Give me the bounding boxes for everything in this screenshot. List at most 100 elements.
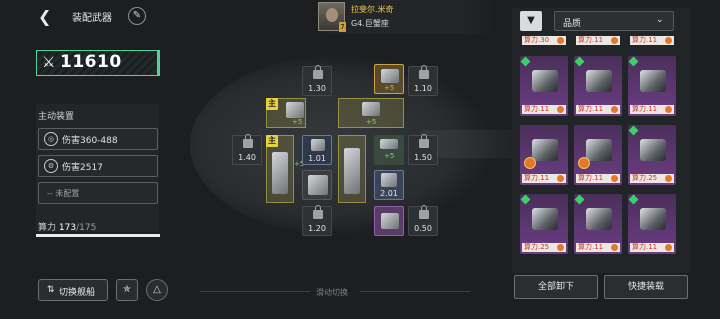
- locked-slot-5[interactable]: 1.20: [302, 205, 332, 236]
- active-equip-text-3: -- 未配置: [47, 189, 80, 198]
- active-equip-slot-1[interactable]: ◎ 伤害360-488: [38, 128, 158, 150]
- equipped-icon: [574, 56, 585, 67]
- weapon-icon-long: [344, 148, 360, 194]
- lock-icon: [313, 205, 323, 219]
- switch-ship-label: 切换舰船: [59, 288, 96, 298]
- weapon-icon: [586, 208, 612, 230]
- currency-icon: [557, 106, 564, 113]
- currency-icon: [665, 37, 672, 44]
- active-equip-slot-2[interactable]: ⚙ 伤害2517: [38, 155, 158, 177]
- card-tag-text: 算力.30: [524, 36, 550, 44]
- weapon-icon: [586, 70, 612, 92]
- card-tag-text: 算力.11: [524, 105, 550, 113]
- card-tag-text: 算力.11: [578, 174, 604, 182]
- equipped-icon: [574, 194, 585, 205]
- slot-value: 1.20: [308, 224, 326, 233]
- weapon-card-6[interactable]: 算力.25: [628, 125, 676, 185]
- currency-icon: [611, 244, 618, 251]
- card-tag-top-1[interactable]: 算力.30: [522, 36, 566, 45]
- weapon-slot-top[interactable]: +5: [374, 64, 404, 94]
- card-tag-text: 算力.25: [632, 174, 658, 182]
- back-button[interactable]: ❮: [38, 7, 52, 26]
- lock-icon: [419, 134, 429, 148]
- weapon-card-8[interactable]: 算力.11: [574, 194, 622, 254]
- weapon-slot-b[interactable]: +5: [356, 98, 386, 128]
- currency-icon: [557, 175, 564, 182]
- plus-label: +5: [366, 118, 377, 126]
- weapon-icon: [381, 173, 397, 187]
- card-tag-text: 算力.25: [524, 243, 550, 251]
- currency-icon: [665, 244, 672, 251]
- slot-value: 2.01: [380, 189, 398, 198]
- lock-icon: [313, 65, 323, 79]
- weapon-card-1[interactable]: 算力.11: [520, 56, 568, 116]
- sort-dropdown[interactable]: 品质 ⌄: [554, 11, 674, 31]
- weapon-icon: [308, 175, 328, 195]
- weapon-slot-a[interactable]: +5: [280, 98, 310, 128]
- power-box-edge: [152, 50, 160, 76]
- plus-label: +5: [292, 118, 303, 126]
- rank-icon: [578, 157, 590, 169]
- locked-slot-4[interactable]: 1.50: [408, 134, 438, 165]
- card-tag-top-2[interactable]: 算力.11: [576, 36, 620, 45]
- weapon-icon: [362, 102, 380, 116]
- weapon-icon: [532, 70, 558, 92]
- gear-icon: ⚙: [44, 159, 58, 173]
- pilot-avatar[interactable]: 7: [318, 2, 346, 32]
- edit-icon[interactable]: ✎: [128, 7, 146, 25]
- currency-icon: [611, 106, 618, 113]
- compass-icon[interactable]: △: [146, 279, 168, 301]
- swipe-line-left: [200, 291, 310, 292]
- weapon-slot-e[interactable]: [302, 170, 332, 200]
- active-equipment-label: 主动装置: [38, 112, 75, 122]
- swords-icon: ⚔: [42, 53, 56, 71]
- card-tag-text: 算力.11: [578, 105, 604, 113]
- weapon-slot-g[interactable]: [374, 206, 404, 236]
- weapon-slot-d[interactable]: +5: [374, 135, 404, 165]
- main-mark-2: 主: [266, 135, 278, 147]
- weapon-card-9[interactable]: 算力.11: [628, 194, 676, 254]
- fleet-icon[interactable]: ✯: [116, 279, 138, 301]
- weapon-card-2[interactable]: 算力.11: [574, 56, 622, 116]
- equipped-icon: [628, 125, 639, 136]
- capacity-label: 算力 173/175: [38, 220, 96, 233]
- weapon-card-5[interactable]: 算力.11: [574, 125, 622, 185]
- filter-icon[interactable]: ▼: [520, 11, 542, 31]
- equipped-icon: [628, 194, 639, 205]
- weapon-icon: [640, 208, 666, 230]
- locked-slot-6[interactable]: 0.50: [408, 205, 438, 236]
- weapon-icon-long: [272, 152, 288, 194]
- pilot-ship: G4.巨蟹座: [351, 19, 389, 28]
- slot-value: 1.40: [238, 153, 256, 162]
- card-tag-text: 算力.11: [632, 243, 658, 251]
- slot-value: 1.50: [414, 153, 432, 162]
- capacity-used: 173: [58, 223, 77, 233]
- active-equip-slot-3[interactable]: -- 未配置: [38, 182, 158, 204]
- active-equip-text-1: 伤害360-488: [62, 136, 118, 146]
- card-tag-top-3[interactable]: 算力.11: [630, 36, 674, 45]
- weapon-slot-c[interactable]: 1.01: [302, 135, 332, 165]
- pilot-level: 7: [339, 22, 346, 32]
- currency-icon: [611, 37, 618, 44]
- weapon-icon: [586, 139, 612, 161]
- weapon-card-3[interactable]: 算力.11: [628, 56, 676, 116]
- equipped-icon: [628, 56, 639, 67]
- slot-value: 1.30: [308, 84, 326, 93]
- currency-icon: [557, 37, 564, 44]
- locked-slot-3[interactable]: 1.40: [232, 134, 262, 165]
- rank-icon: [524, 157, 536, 169]
- swipe-hint: 滑动切换: [316, 288, 348, 297]
- active-equip-text-2: 伤害2517: [62, 163, 103, 173]
- weapon-card-7[interactable]: 算力.25: [520, 194, 568, 254]
- switch-ship-button[interactable]: ⇅ 切换舰船: [38, 279, 108, 301]
- weapon-slot-f[interactable]: 2.01: [374, 170, 404, 200]
- slot-value: 1.10: [414, 84, 432, 93]
- weapon-card-4[interactable]: 算力.11: [520, 125, 568, 185]
- locked-slot-1[interactable]: 1.30: [302, 65, 332, 96]
- weapon-icon: [381, 213, 399, 229]
- card-tag-text: 算力.11: [578, 243, 604, 251]
- unequip-all-button[interactable]: 全部卸下: [514, 275, 598, 299]
- quick-equip-button[interactable]: 快捷装载: [604, 275, 688, 299]
- locked-slot-2[interactable]: 1.10: [408, 65, 438, 96]
- swap-icon: ⇅: [47, 285, 55, 295]
